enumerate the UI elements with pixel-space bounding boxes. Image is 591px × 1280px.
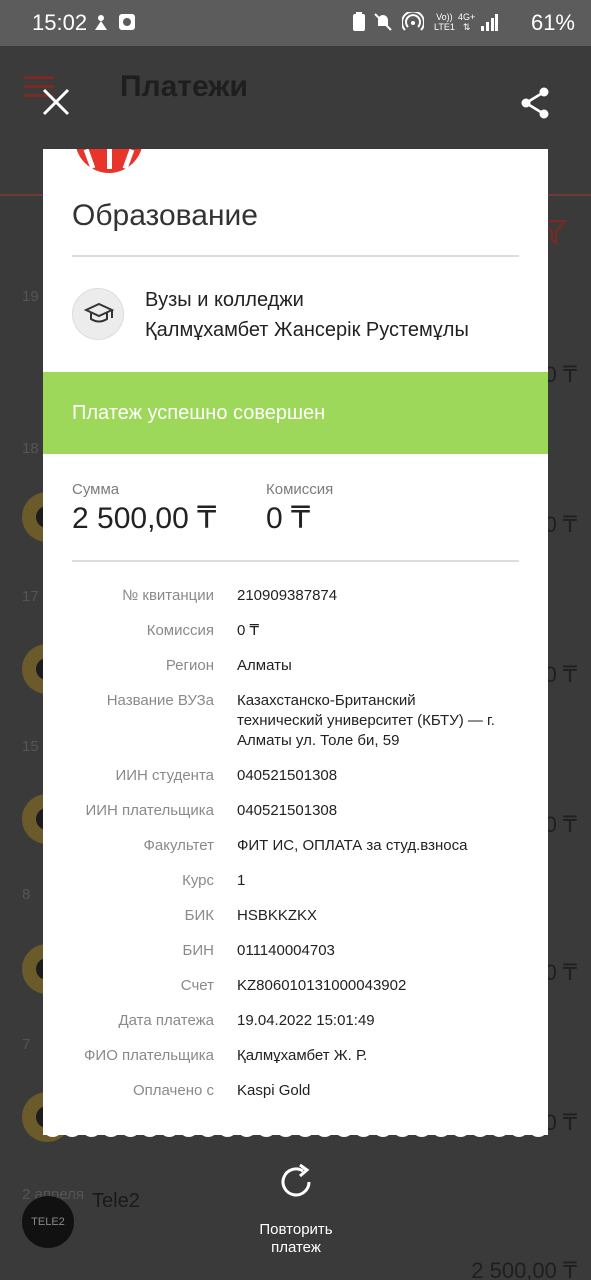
details-list: № квитанции 210909387874 Комиссия 0 ₸ Реги…	[43, 586, 548, 1116]
status-bar: 15:02 Vo)) LTE1 4G+ ⇅ 61%	[0, 0, 591, 46]
detail-label: БИН	[182, 942, 214, 959]
detail-label: № квитанции	[122, 587, 214, 604]
detail-row: Факультет ФИТ ИС, ОПЛАТА за студ.взноса	[43, 836, 548, 856]
detail-value: 040521501308	[237, 767, 338, 784]
detail-value: 011140004703	[237, 942, 335, 959]
battery-level: 61%	[530, 10, 575, 35]
provider-icon	[72, 288, 124, 340]
detail-row: ФИО плательщика Қалмұхамбет Ж. Р.	[43, 1046, 548, 1066]
background-date: 8	[22, 886, 31, 903]
detail-row: Дата платежа 19.04.2022 15:01:49	[43, 1011, 548, 1031]
volte-indicator: Vo)) LTE1	[434, 12, 455, 32]
detail-row: БИН 011140004703	[43, 941, 548, 961]
tele2-logo: TELE2	[22, 1196, 74, 1248]
detail-row: Курс 1	[43, 871, 548, 891]
detail-value: Kaspi Gold	[237, 1082, 311, 1099]
background-title: Платежи	[120, 70, 248, 103]
detail-label: Счет	[180, 977, 214, 994]
detail-value: 0 ₸	[237, 622, 260, 639]
detail-label: ИИН студента	[115, 767, 214, 784]
detail-value: Қалмұхамбет Ж. Р.	[237, 1047, 368, 1064]
detail-row: ИИН студента 040521501308	[43, 766, 548, 786]
background-amount: 0 ₸	[544, 512, 577, 537]
detail-row: ИИН плательщика 040521501308	[43, 801, 548, 821]
detail-value: HSBKKZKX	[237, 907, 318, 924]
detail-label: Комиссия	[146, 622, 214, 639]
background-date: 19	[22, 288, 39, 305]
app-notification-icon	[119, 14, 135, 30]
background-date: 17	[22, 588, 39, 605]
detail-row: БИК HSBKKZKX	[43, 906, 548, 926]
detail-label: Регион	[165, 657, 214, 674]
kaspi-logo	[76, 149, 142, 173]
divider	[72, 560, 519, 562]
detail-label: Факультет	[143, 837, 214, 854]
notification-icon	[95, 15, 107, 30]
detail-row: Комиссия 0 ₸	[43, 621, 548, 641]
commission-value: 0 ₸	[266, 502, 311, 535]
graduation-cap-icon	[84, 302, 114, 323]
detail-label: ФИО плательщика	[84, 1047, 214, 1064]
detail-value: Алматы	[237, 657, 292, 674]
background-amount: 0 ₸	[544, 662, 577, 687]
background-item-name: Tele2	[92, 1190, 140, 1212]
detail-row: Регион Алматы	[43, 656, 548, 676]
detail-label: ИИН плательщика	[85, 802, 214, 819]
hotspot-icon	[402, 12, 424, 31]
detail-row: Название ВУЗа Казахстанско-Британский тех…	[43, 691, 548, 751]
network-type: 4G+ ⇅	[458, 12, 476, 32]
repeat-payment-button[interactable]: Повторить платеж	[240, 1221, 352, 1257]
background-amount: 0 ₸	[544, 812, 577, 837]
receipt-card: Образование Вузы и колледжи Қалмұхамбет …	[43, 149, 548, 1135]
close-button[interactable]	[38, 84, 74, 120]
detail-value: 040521501308	[237, 802, 338, 819]
mute-icon	[374, 13, 392, 31]
detail-value: KZ806010131000043902	[237, 977, 407, 994]
battery-saver-icon	[353, 12, 365, 31]
provider-payee: Қалмұхамбет Жансерік Рустемұлы	[145, 319, 469, 341]
receipt-zigzag-edge	[43, 1126, 548, 1137]
detail-value: Казахстанско-Британский технический унив…	[237, 692, 495, 749]
sum-label: Сумма	[72, 481, 120, 498]
background-amount: 2 500,00 ₸	[471, 1258, 577, 1280]
status-time: 15:02	[32, 10, 88, 35]
status-banner: Платеж успешно совершен	[43, 372, 548, 454]
detail-value: 210909387874	[237, 587, 338, 604]
detail-value: ФИТ ИС, ОПЛАТА за студ.взноса	[237, 837, 468, 854]
sum-value: 2 500,00 ₸	[72, 502, 217, 535]
detail-label: Оплачено с	[132, 1082, 214, 1099]
background-amount: 0 ₸	[544, 362, 577, 387]
share-button[interactable]	[518, 86, 552, 120]
provider-type: Вузы и колледжи	[145, 289, 304, 311]
detail-row: № квитанции 210909387874	[43, 586, 548, 606]
status-text: Платеж успешно совершен	[72, 402, 326, 424]
detail-label: Курс	[182, 872, 214, 889]
detail-label: Дата платежа	[118, 1012, 214, 1029]
background-amount: 0 ₸	[544, 1110, 577, 1135]
detail-value: 1	[237, 872, 246, 889]
detail-label: Название ВУЗа	[106, 692, 214, 709]
signal-icon	[481, 14, 498, 31]
detail-row: Оплачено с Kaspi Gold	[43, 1081, 548, 1101]
detail-value: 19.04.2022 15:01:49	[237, 1012, 375, 1029]
repeat-icon[interactable]	[276, 1162, 316, 1202]
detail-row: Счет KZ806010131000043902	[43, 976, 548, 996]
background-date: 7	[22, 1036, 31, 1053]
commission-label: Комиссия	[266, 481, 334, 498]
background-amount: 0 ₸	[544, 960, 577, 985]
background-date: 15	[22, 738, 39, 755]
background-date: 18	[22, 440, 39, 457]
category-title: Образование	[72, 199, 258, 232]
divider	[72, 255, 519, 257]
detail-label: БИК	[184, 907, 214, 924]
